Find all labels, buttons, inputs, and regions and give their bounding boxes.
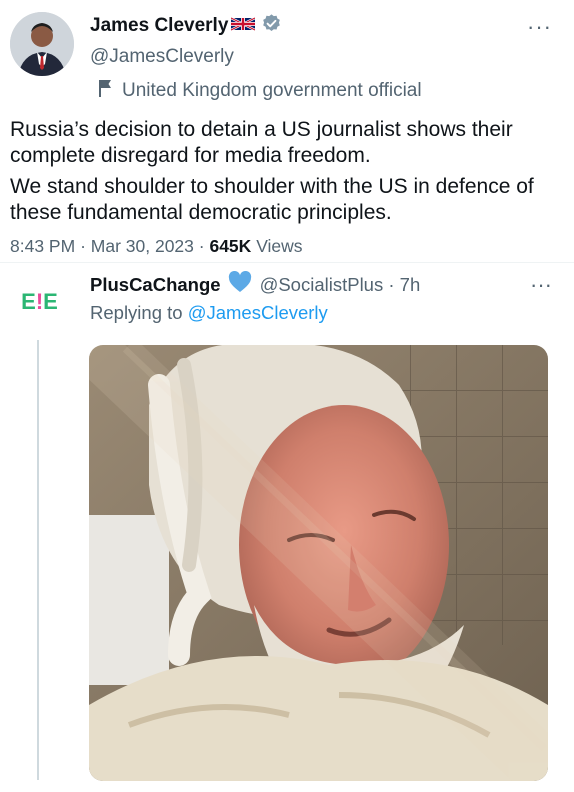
- author-display-name[interactable]: James Cleverly: [90, 15, 228, 37]
- reply-handle[interactable]: @SocialistPlus: [260, 274, 384, 296]
- blue-heart-icon: [228, 270, 252, 298]
- reply-display-name[interactable]: PlusCaChange: [90, 274, 221, 296]
- government-label-text: United Kingdom government official: [122, 80, 422, 101]
- more-options-icon[interactable]: ···: [530, 272, 552, 298]
- meta-separator: ·: [198, 236, 210, 256]
- avatar-photo: [10, 12, 74, 76]
- verified-badge-icon: [261, 13, 282, 39]
- attached-photo[interactable]: [89, 345, 548, 781]
- tweet-text-paragraph-2: We stand shoulder to shoulder with the U…: [10, 175, 534, 224]
- flag-icon: [98, 79, 112, 103]
- reply-name-row: PlusCaChange @SocialistPlus · 7h: [90, 270, 421, 298]
- logo-letter-e: E: [21, 289, 36, 314]
- tweet-text-paragraph-1: Russia’s decision to detain a US journal…: [10, 118, 513, 167]
- logo-letter-bang: !: [35, 289, 43, 314]
- photo-image: [89, 345, 548, 781]
- reply-avatar-logo[interactable]: E! E: [14, 289, 64, 314]
- more-options-icon[interactable]: ···: [527, 14, 552, 40]
- views-count: 645K: [209, 236, 252, 256]
- thread-line: [37, 340, 39, 780]
- meta-separator: ·: [80, 236, 91, 256]
- replying-mention-link[interactable]: @JamesCleverly: [188, 302, 328, 323]
- uk-flag-icon: [230, 16, 256, 37]
- reply-separator: ·: [383, 273, 400, 295]
- views-label: Views: [256, 236, 303, 256]
- tweet-date[interactable]: Mar 30, 2023: [91, 236, 194, 256]
- divider: [0, 262, 574, 263]
- government-label[interactable]: United Kingdom government official: [98, 79, 422, 103]
- author-handle[interactable]: @JamesCleverly: [90, 46, 234, 68]
- tweet-meta: 8:43 PM · Mar 30, 2023 · 645K Views: [10, 236, 303, 257]
- logo-letter-e: E: [43, 289, 58, 314]
- tweet-time[interactable]: 8:43 PM: [10, 236, 75, 256]
- author-name-row: James Cleverly: [90, 13, 282, 39]
- reply-age[interactable]: 7h: [400, 274, 421, 296]
- replying-prefix: Replying to: [90, 302, 183, 323]
- replying-to: Replying to @JamesCleverly: [90, 302, 328, 324]
- author-avatar[interactable]: [10, 12, 74, 76]
